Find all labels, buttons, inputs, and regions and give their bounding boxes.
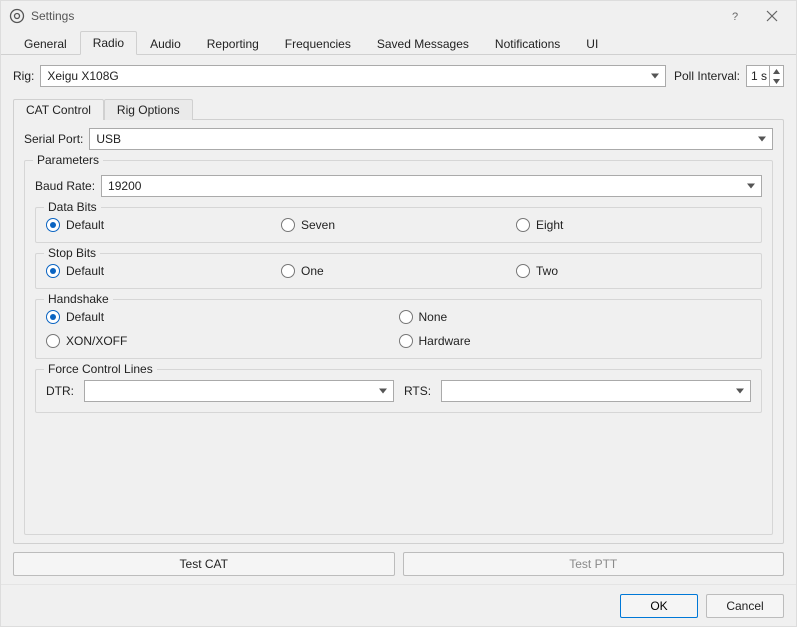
data-bits-default[interactable]: Default: [46, 218, 281, 232]
radio-icon: [516, 218, 530, 232]
baud-label: Baud Rate:: [35, 179, 95, 193]
radio-icon: [399, 310, 413, 324]
baud-select[interactable]: 19200: [101, 175, 762, 197]
stop-bits-two[interactable]: Two: [516, 264, 751, 278]
radio-label: Hardware: [419, 334, 471, 348]
handshake-default[interactable]: Default: [46, 310, 399, 324]
settings-window: Settings ? General Radio Audio Reporting…: [0, 0, 797, 627]
radio-label: XON/XOFF: [66, 334, 127, 348]
radio-icon: [281, 218, 295, 232]
test-ptt-button[interactable]: Test PTT: [403, 552, 785, 576]
handshake-none[interactable]: None: [399, 310, 752, 324]
subtab-rig-options[interactable]: Rig Options: [104, 99, 193, 120]
rts-select[interactable]: [441, 380, 751, 402]
radio-icon: [399, 334, 413, 348]
handshake-legend: Handshake: [44, 292, 113, 306]
rig-select[interactable]: Xeigu X108G: [40, 65, 666, 87]
radio-icon: [516, 264, 530, 278]
baud-row: Baud Rate: 19200: [35, 175, 762, 197]
radio-icon: [46, 334, 60, 348]
data-bits-legend: Data Bits: [44, 200, 101, 214]
stop-bits-group: Stop Bits Default One Two: [35, 253, 762, 289]
radio-tab-content: Rig: Xeigu X108G Poll Interval: 1 s CAT …: [1, 55, 796, 584]
main-tabs: General Radio Audio Reporting Frequencie…: [1, 31, 796, 55]
stop-bits-one[interactable]: One: [281, 264, 516, 278]
rig-label: Rig:: [13, 69, 34, 83]
tab-notifications[interactable]: Notifications: [482, 32, 573, 55]
poll-spin-down[interactable]: [770, 76, 783, 86]
dialog-button-bar: OK Cancel: [1, 584, 796, 626]
radio-icon: [46, 264, 60, 278]
parameters-legend: Parameters: [33, 153, 103, 167]
ok-button[interactable]: OK: [620, 594, 698, 618]
serial-port-value: USB: [96, 132, 121, 146]
handshake-group: Handshake Default None XON/XOFF: [35, 299, 762, 359]
tab-frequencies[interactable]: Frequencies: [272, 32, 364, 55]
poll-spinbox[interactable]: 1 s: [746, 65, 784, 87]
test-row: Test CAT Test PTT: [13, 552, 784, 576]
tab-radio[interactable]: Radio: [80, 31, 137, 55]
handshake-hardware[interactable]: Hardware: [399, 334, 752, 348]
titlebar: Settings ?: [1, 1, 796, 31]
close-button[interactable]: [754, 3, 790, 29]
tab-ui[interactable]: UI: [573, 32, 611, 55]
help-button[interactable]: ?: [718, 3, 754, 29]
tab-general[interactable]: General: [11, 32, 80, 55]
dtr-select[interactable]: [84, 380, 394, 402]
app-icon: [9, 8, 25, 24]
radio-label: None: [419, 310, 448, 324]
serial-port-row: Serial Port: USB: [24, 128, 773, 150]
serial-port-label: Serial Port:: [24, 132, 83, 146]
rig-value: Xeigu X108G: [47, 69, 118, 83]
radio-icon: [46, 218, 60, 232]
test-cat-button[interactable]: Test CAT: [13, 552, 395, 576]
tab-audio[interactable]: Audio: [137, 32, 194, 55]
handshake-xonxoff[interactable]: XON/XOFF: [46, 334, 399, 348]
svg-text:?: ?: [732, 11, 738, 22]
stop-bits-legend: Stop Bits: [44, 246, 100, 260]
poll-spin-buttons: [769, 66, 783, 86]
dtr-label: DTR:: [46, 384, 74, 398]
rig-row: Rig: Xeigu X108G Poll Interval: 1 s: [13, 65, 784, 87]
radio-label: Default: [66, 264, 104, 278]
data-bits-seven[interactable]: Seven: [281, 218, 516, 232]
force-control-group: Force Control Lines DTR: RTS:: [35, 369, 762, 413]
cat-control-panel: Serial Port: USB Parameters Baud Rate: 1…: [13, 119, 784, 544]
window-title: Settings: [31, 9, 718, 23]
poll-value: 1 s: [751, 69, 767, 83]
radio-icon: [281, 264, 295, 278]
serial-port-select[interactable]: USB: [89, 128, 773, 150]
force-control-legend: Force Control Lines: [44, 362, 157, 376]
rts-label: RTS:: [404, 384, 431, 398]
radio-label: Default: [66, 310, 104, 324]
radio-label: Two: [536, 264, 558, 278]
baud-value: 19200: [108, 179, 141, 193]
radio-icon: [46, 310, 60, 324]
radio-subtabs: CAT Control Rig Options: [13, 97, 784, 119]
data-bits-group: Data Bits Default Seven Eight: [35, 207, 762, 243]
tab-reporting[interactable]: Reporting: [194, 32, 272, 55]
poll-interval: Poll Interval: 1 s: [674, 65, 784, 87]
poll-label: Poll Interval:: [674, 69, 740, 83]
poll-spin-up[interactable]: [770, 66, 783, 76]
tab-saved-messages[interactable]: Saved Messages: [364, 32, 482, 55]
radio-label: Default: [66, 218, 104, 232]
subtab-cat-control[interactable]: CAT Control: [13, 99, 104, 120]
cancel-button[interactable]: Cancel: [706, 594, 784, 618]
data-bits-eight[interactable]: Eight: [516, 218, 751, 232]
parameters-group: Parameters Baud Rate: 19200 Data Bits De…: [24, 160, 773, 535]
radio-label: One: [301, 264, 324, 278]
radio-label: Eight: [536, 218, 563, 232]
radio-label: Seven: [301, 218, 335, 232]
stop-bits-default[interactable]: Default: [46, 264, 281, 278]
